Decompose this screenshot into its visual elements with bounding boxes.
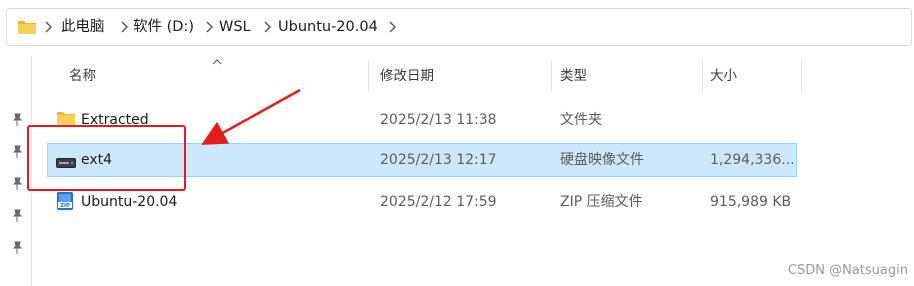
annotation-arrow-icon (201, 88, 301, 145)
watermark: CSDN @Natsuagin (787, 263, 908, 278)
file-explorer-window: 此电脑 软件 (D:) WSL Ubuntu-20.04 名称 修改日期 类型 … (0, 0, 914, 286)
